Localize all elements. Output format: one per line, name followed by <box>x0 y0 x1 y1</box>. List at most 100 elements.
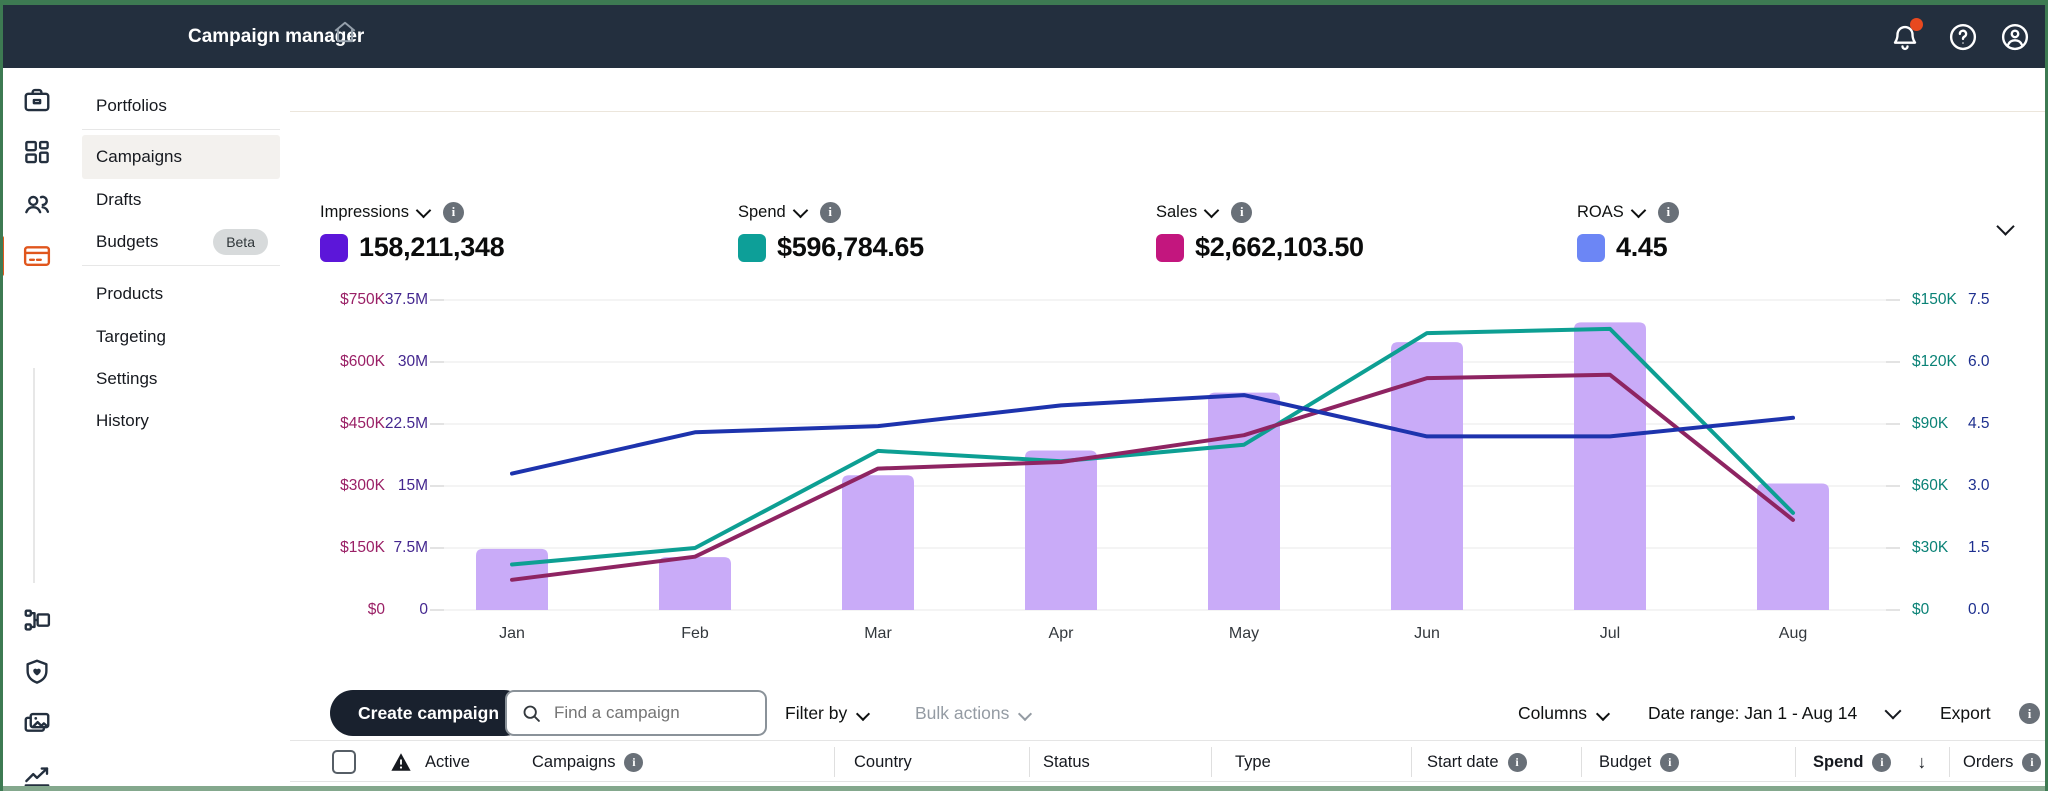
info-icon[interactable]: i <box>1231 202 1252 223</box>
y-axis-roas-tick: 7.5 <box>1968 290 2008 310</box>
warning-icon <box>390 751 412 773</box>
column-header-budget[interactable]: Budgeti <box>1599 741 1679 783</box>
x-axis-label: Aug <box>1779 625 1807 642</box>
column-header-start-date[interactable]: Start datei <box>1427 741 1527 783</box>
y-axis-impressions-tick: 7.5M <box>366 538 428 558</box>
search-input[interactable] <box>552 702 756 724</box>
column-header-campaigns[interactable]: Campaignsi <box>532 741 643 783</box>
export-info-icon[interactable]: i <box>2019 703 2040 724</box>
metric-dropdown-spend[interactable]: Spend i <box>738 201 924 223</box>
metric-value: 4.45 <box>1616 232 1667 263</box>
screenshot-border-bottom <box>0 786 2048 791</box>
x-axis-label: Jul <box>1600 625 1620 642</box>
create-campaign-button[interactable]: Create campaign <box>330 690 527 736</box>
dashboard-icon[interactable] <box>0 130 73 174</box>
billing-card-icon[interactable] <box>0 234 73 278</box>
metric-card-roas: ROASi 4.45 <box>1577 201 1679 263</box>
brand-safety-shield-icon[interactable] <box>0 650 73 694</box>
column-divider <box>1795 747 1796 777</box>
sort-descending-icon[interactable]: ↓ <box>1917 741 1926 783</box>
bulk-actions-dropdown[interactable]: Bulk actions <box>915 690 1030 736</box>
y-axis-spend-tick: $60K <box>1912 476 1976 496</box>
column-header-spend[interactable]: Spendi↓ <box>1813 741 1926 783</box>
account-icon[interactable] <box>2000 22 2030 52</box>
campaign-search-field[interactable] <box>505 690 767 736</box>
beta-badge: Beta <box>213 229 268 255</box>
app-window: Campaign manager <box>0 0 2048 791</box>
menu-divider <box>82 265 280 266</box>
home-icon[interactable] <box>332 19 358 45</box>
bar-impressions-Mar <box>842 475 914 610</box>
sidebar-item-settings[interactable]: Settings <box>82 357 280 401</box>
metric-label: Spend <box>738 203 786 222</box>
sidebar-item-products[interactable]: Products <box>82 272 280 316</box>
column-divider <box>1949 747 1950 777</box>
metric-color-swatch <box>1577 234 1605 262</box>
sidebar-item-budgets[interactable]: BudgetsBeta <box>82 220 280 264</box>
info-icon[interactable]: i <box>2022 753 2041 772</box>
sidebar-item-drafts[interactable]: Drafts <box>82 178 280 222</box>
metric-dropdown-impressions[interactable]: Impressionsi <box>320 201 504 223</box>
x-axis-label: May <box>1229 625 1259 642</box>
metric-card-impressions: Impressionsi 158,211,348 <box>320 201 504 263</box>
column-divider <box>1211 747 1212 777</box>
info-icon[interactable]: i <box>1508 753 1527 772</box>
select-all-checkbox[interactable] <box>332 750 356 774</box>
info-icon[interactable]: i <box>1658 202 1679 223</box>
metric-dropdown-roas[interactable]: ROASi <box>1577 201 1679 223</box>
sidebar-item-targeting[interactable]: Targeting <box>82 315 280 359</box>
chart-collapse-chevron-icon[interactable] <box>1990 220 2012 238</box>
y-axis-impressions-tick: 15M <box>366 476 428 496</box>
date-range-dropdown[interactable]: Date range: Jan 1 - Aug 14 <box>1648 690 1857 736</box>
rail-divider <box>33 368 35 583</box>
chevron-down-icon <box>792 202 808 218</box>
export-button[interactable]: Export <box>1940 690 1991 736</box>
y-axis-impressions-tick: 22.5M <box>366 414 428 434</box>
metric-value: 158,211,348 <box>359 232 504 263</box>
bar-impressions-Jun <box>1391 342 1463 610</box>
column-header-orders[interactable]: Ordersi <box>1963 741 2041 783</box>
date-range-chevron-icon[interactable] <box>1878 690 1899 736</box>
sidebar-item-portfolios[interactable]: Portfolios <box>82 84 280 128</box>
column-header-type[interactable]: Type <box>1235 741 1271 783</box>
sitemap-icon[interactable] <box>0 598 73 642</box>
notifications-bell-icon[interactable] <box>1890 22 1920 52</box>
metric-card-sales: Sales i $2,662,103.50 <box>1156 201 1364 263</box>
column-divider <box>1411 747 1412 777</box>
sidebar-item-history[interactable]: History <box>82 399 280 443</box>
column-header-country[interactable]: Country <box>854 741 912 783</box>
bar-impressions-Jul <box>1574 322 1646 610</box>
sponsored-campaigns-icon[interactable] <box>0 78 73 122</box>
y-axis-spend-tick: $0 <box>1912 600 1976 620</box>
y-axis-spend-tick: $30K <box>1912 538 1976 558</box>
y-axis-roas-tick: 1.5 <box>1968 538 2008 558</box>
metric-color-swatch <box>1156 234 1184 262</box>
creative-assets-icon[interactable] <box>0 702 73 746</box>
info-icon[interactable]: i <box>624 753 643 772</box>
metric-label: Sales <box>1156 203 1197 222</box>
column-divider <box>1029 747 1030 777</box>
info-icon[interactable]: i <box>820 202 841 223</box>
search-icon <box>521 703 542 724</box>
y-axis-impressions-tick: 0 <box>366 600 428 620</box>
help-icon[interactable] <box>1948 22 1978 52</box>
column-header-active[interactable]: Active <box>425 741 470 783</box>
y-axis-roas-tick: 4.5 <box>1968 414 2008 434</box>
screenshot-border-top <box>0 0 2048 5</box>
column-divider <box>1581 747 1582 777</box>
audiences-icon[interactable] <box>0 182 73 226</box>
info-icon[interactable]: i <box>1660 753 1679 772</box>
columns-dropdown[interactable]: Columns <box>1518 690 1608 736</box>
info-icon[interactable]: i <box>443 202 464 223</box>
info-icon[interactable]: i <box>1872 753 1891 772</box>
y-axis-roas-tick: 0.0 <box>1968 600 2008 620</box>
column-divider <box>834 747 835 777</box>
column-header-status[interactable]: Status <box>1043 741 1090 783</box>
icon-rail <box>0 68 74 791</box>
filter-by-dropdown[interactable]: Filter by <box>785 690 868 736</box>
metric-value: $2,662,103.50 <box>1195 232 1364 263</box>
sidebar-item-campaigns[interactable]: Campaigns <box>82 135 280 179</box>
x-axis-label: Jan <box>499 625 525 642</box>
metric-color-swatch <box>738 234 766 262</box>
metric-dropdown-sales[interactable]: Sales i <box>1156 201 1364 223</box>
